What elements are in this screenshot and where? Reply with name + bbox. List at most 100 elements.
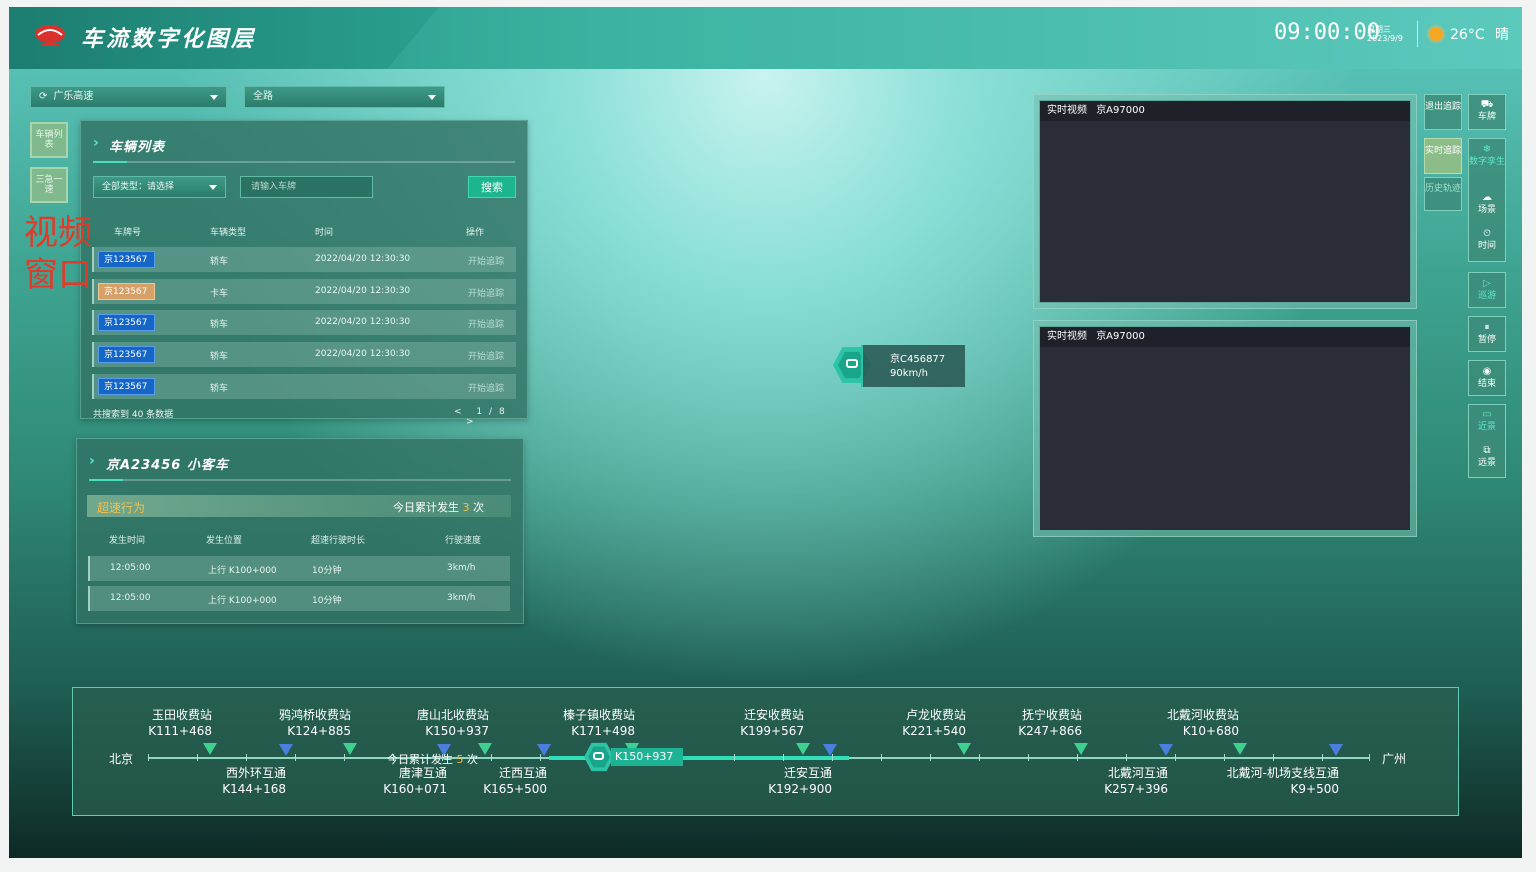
col-speed: 行驶速度	[445, 536, 482, 546]
exit-track-button[interactable]: 退出追踪	[1424, 94, 1462, 130]
plate-search-placeholder: 请输入车牌	[251, 182, 297, 192]
clock-icon: ⏲	[1483, 228, 1491, 239]
interchange-km: K9+500	[1290, 782, 1339, 796]
road-today-count: 今日累计发生 5 次	[387, 751, 478, 767]
app-title: 车流数字化图层	[81, 27, 257, 52]
vehicle-list-button[interactable]: 车辆列表	[30, 122, 68, 158]
end-button[interactable]: ◉ 结束	[1468, 360, 1506, 396]
table-row: 京123567 轿车 2022/04/20 12:30:30 开始追踪	[92, 310, 516, 335]
scene-button[interactable]: ☁ 场景	[1469, 193, 1505, 229]
vehicle-type: 卡车	[210, 289, 229, 299]
scene-button-label: 场景	[1477, 205, 1496, 215]
clock: 09:00:00	[1274, 20, 1380, 45]
plate-badge: 京123567	[98, 346, 155, 363]
next-page-button[interactable]: >	[466, 417, 474, 427]
far-view-button[interactable]: ⧉ 远景	[1469, 446, 1505, 480]
three-rush-button[interactable]: 三急一速	[30, 167, 68, 203]
date: 2023/9/9	[1367, 34, 1403, 43]
prev-page-button[interactable]: <	[454, 407, 462, 417]
station-label: 唐山北收费站 K150+937	[399, 707, 489, 739]
search-button[interactable]: 搜索	[468, 176, 516, 198]
pagination: < 1 / 8 >	[454, 407, 527, 427]
overspeed-duration: 10分钟	[312, 596, 342, 606]
station-name: 榛子镇收费站	[562, 708, 635, 722]
station-km: K171+498	[571, 724, 635, 738]
road-tick	[1322, 754, 1323, 761]
road-tick	[930, 754, 931, 761]
vehicle-time: 2022/04/20 12:30:30	[315, 286, 411, 296]
today-count: 今日累计发生 3 次	[393, 499, 484, 515]
interchange-km: K257+396	[1104, 782, 1168, 796]
near-view-button[interactable]: ▭ 近景	[1469, 410, 1505, 446]
vehicle-list-button-label: 车辆列表	[35, 130, 63, 150]
title-underline	[93, 161, 515, 163]
near-view-icon: ▭	[1482, 409, 1492, 420]
station-km: K247+866	[1018, 724, 1082, 738]
vehicle-type: 轿车	[210, 384, 229, 394]
pause-button-label: 暂停	[1477, 335, 1496, 345]
total-pages: 8	[498, 407, 505, 417]
today-count-value: 3	[462, 501, 470, 514]
today-prefix: 今日累计发生	[393, 501, 459, 514]
road-today-count-value: 5	[456, 753, 464, 766]
title-underline	[89, 479, 511, 481]
drive-speed: 3km/h	[447, 593, 476, 603]
snowflake-icon: ❄	[1482, 144, 1492, 155]
plate-search-input[interactable]: 请输入车牌	[240, 176, 373, 198]
interchange-km: K165+500	[483, 782, 547, 796]
road-tick	[246, 754, 247, 761]
station-name: 唐山北收费站	[416, 708, 489, 722]
road-tick	[1224, 754, 1225, 761]
road-tick	[1369, 754, 1370, 761]
vehicle-type-select-value: 全部类型：请选择	[102, 182, 175, 192]
chevron-down-icon	[209, 185, 217, 190]
track-button[interactable]: 开始追踪	[468, 349, 504, 362]
vehicle-detail-panel: › 京A23456 小客车 超速行为 今日累计发生 3 次 发生时间 发生位置 …	[76, 438, 524, 624]
occur-time: 12:05:00	[110, 563, 151, 573]
track-button[interactable]: 开始追踪	[468, 317, 504, 330]
vehicle-type-select[interactable]: 全部类型：请选择	[93, 176, 226, 198]
video-screen-2[interactable]: 实时视频 京A97000	[1039, 326, 1411, 531]
station-km: K111+468	[148, 724, 212, 738]
cruise-button-label: 巡游	[1477, 291, 1496, 301]
time-button[interactable]: ⏲ 时间	[1469, 229, 1505, 261]
col-location: 发生位置	[206, 536, 243, 546]
station-km: K199+567	[740, 724, 804, 738]
pause-button[interactable]: ⏸ 暂停	[1468, 316, 1506, 352]
road-tick	[734, 754, 735, 761]
track-button[interactable]: 开始追踪	[468, 381, 504, 394]
vehicle-type: 轿车	[210, 352, 229, 362]
video-panel-1: 实时视频 京A97000	[1033, 94, 1417, 309]
col-type: 车辆类型	[210, 228, 247, 238]
time-button-label: 时间	[1477, 241, 1496, 251]
twin-group: ❄ 数字孪生 ☁ 场景 ⏲ 时间	[1468, 138, 1506, 262]
track-button[interactable]: 开始追踪	[468, 286, 504, 299]
video-screen-1[interactable]: 实时视频 京A97000	[1039, 100, 1411, 303]
current-page: 1	[476, 407, 483, 417]
interchange-name: 唐津互通	[398, 766, 447, 780]
near-view-label: 近景	[1477, 422, 1496, 432]
cruise-button[interactable]: ▷ 巡游	[1468, 272, 1506, 308]
plate-badge: 京123567	[98, 378, 155, 395]
car-icon: ⛟	[1480, 99, 1494, 110]
twin-button[interactable]: ❄ 数字孪生	[1469, 145, 1505, 193]
realtime-track-button[interactable]: 实时追踪	[1424, 138, 1462, 174]
plate-button-label: 车牌	[1477, 112, 1496, 122]
stop-icon: ◉	[1482, 366, 1492, 377]
road-select[interactable]: ⟳ 广乐高速	[30, 86, 227, 108]
video-bar-1: 实时视频 京A97000	[1040, 101, 1410, 121]
vehicle-type: 轿车	[210, 257, 229, 267]
plate-button[interactable]: ⛟ 车牌	[1468, 94, 1506, 130]
vehicle-list-panel: › 车辆列表 全部类型：请选择 请输入车牌 搜索 车牌号 车辆类型 时间 操作 …	[80, 120, 528, 427]
col-occur-time: 发生时间	[109, 536, 146, 546]
scope-select[interactable]: 全路	[244, 86, 445, 108]
three-rush-button-label: 三急一速	[35, 175, 63, 195]
annotation-line-2: 窗口	[24, 255, 92, 295]
vehicle-time: 2022/04/20 12:30:30	[315, 317, 411, 327]
logo-icon	[35, 25, 65, 46]
drive-speed: 3km/h	[447, 563, 476, 573]
track-button[interactable]: 开始追踪	[468, 254, 504, 267]
history-track-button[interactable]: 历史轨迹	[1424, 177, 1462, 211]
table-row: 12:05:00 上行 K100+000 10分钟 3km/h	[88, 586, 510, 611]
vehicle-detail-title: 京A23456 小客车	[106, 458, 229, 473]
